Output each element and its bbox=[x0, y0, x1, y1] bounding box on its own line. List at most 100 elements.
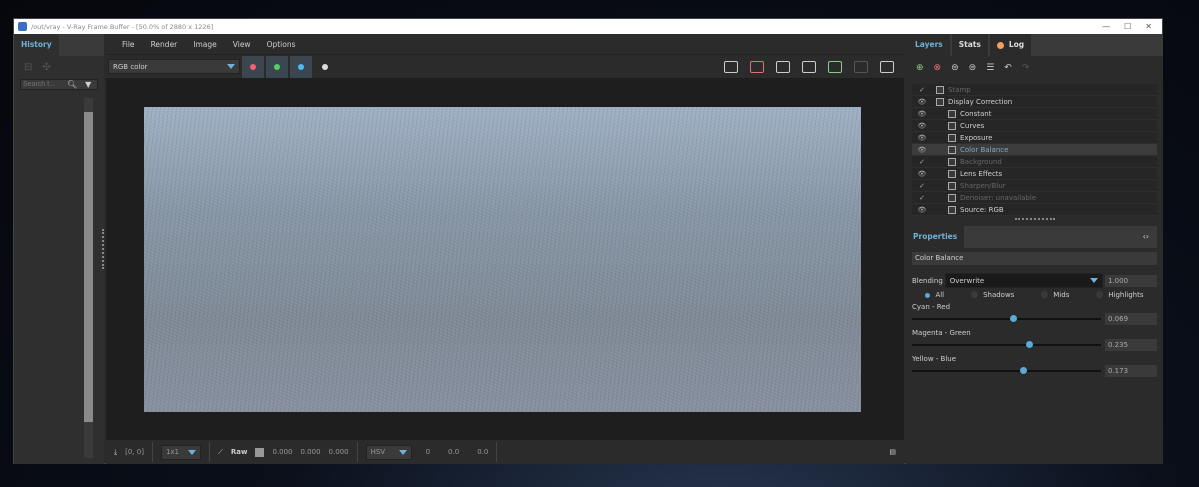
channel-value: RGB color bbox=[113, 62, 148, 71]
range-all-radio[interactable]: All bbox=[925, 291, 944, 299]
layer-name-field[interactable]: Color Balance bbox=[912, 252, 1157, 265]
rendered-image[interactable] bbox=[144, 107, 861, 412]
tab-log[interactable]: Log bbox=[989, 34, 1032, 56]
render-interactive-icon[interactable] bbox=[828, 60, 842, 73]
color-balance-slider[interactable] bbox=[912, 340, 1101, 348]
history-scrollbar[interactable] bbox=[84, 98, 93, 458]
save-image-icon[interactable] bbox=[724, 60, 738, 73]
slider-value-input[interactable]: 0.069 bbox=[1105, 312, 1157, 325]
layer-label: Display Correction bbox=[948, 97, 1013, 106]
zoom-select[interactable]: 1x1 bbox=[160, 444, 201, 460]
eye-icon[interactable]: 👁︎ bbox=[912, 170, 932, 178]
menu-file[interactable]: File bbox=[114, 40, 143, 49]
layer-row[interactable]: ✓ Sharpen/Blur bbox=[912, 180, 1157, 192]
eye-icon[interactable]: 👁︎ bbox=[912, 206, 932, 214]
title-bar: /out/vray - V-Ray Frame Buffer - [50.0% … bbox=[14, 19, 1162, 34]
layer-label: Curves bbox=[960, 121, 985, 130]
layers-panel: Layers Stats Log ⊕ ⊗ ⊜ ⊜ ☰ ↶ ↷ ✓ Stamp 👁︎ D… bbox=[906, 34, 1163, 464]
tab-properties[interactable]: Properties bbox=[906, 226, 965, 248]
range-mids-radio[interactable]: Mids bbox=[1041, 291, 1069, 299]
save-layers-icon[interactable]: ⊜ bbox=[951, 63, 959, 73]
layer-row[interactable]: 👁︎ Constant bbox=[912, 108, 1157, 120]
layer-type-icon bbox=[948, 157, 956, 166]
render-icon[interactable] bbox=[880, 60, 894, 73]
properties-menu-icon[interactable]: ‹› bbox=[1143, 226, 1149, 248]
layer-row[interactable]: 👁︎ Lens Effects bbox=[912, 168, 1157, 180]
close-button[interactable]: ✕ bbox=[1145, 22, 1152, 31]
slider-value-input[interactable]: 0.235 bbox=[1105, 338, 1157, 351]
color-balance-slider[interactable] bbox=[912, 314, 1101, 322]
history-panel: History ⊟ ✣ 🔍︎ ▼ bbox=[14, 34, 104, 464]
eye-icon[interactable]: 👁︎ bbox=[912, 122, 932, 130]
delete-layer-icon[interactable]: ⊗ bbox=[934, 63, 942, 73]
render-view: File Render Image View Options RGB color bbox=[102, 34, 904, 464]
layer-tree: ✓ Stamp 👁︎ Display Correction 👁︎ Constant 👁︎ Cu… bbox=[912, 84, 1157, 216]
save-history-icon[interactable]: ⊟ bbox=[24, 62, 32, 73]
blue-channel-button[interactable] bbox=[290, 55, 312, 78]
eye-icon[interactable]: 👁︎ bbox=[912, 146, 932, 154]
hidden-icon[interactable]: ✓ bbox=[912, 194, 932, 202]
tab-history[interactable]: History bbox=[14, 34, 59, 56]
hidden-icon[interactable]: ✓ bbox=[912, 158, 932, 166]
eye-icon[interactable]: 👁︎ bbox=[912, 134, 932, 142]
show-panel-icon[interactable]: ▤ bbox=[889, 448, 896, 456]
menu-options[interactable]: Options bbox=[259, 40, 304, 49]
tab-stats[interactable]: Stats bbox=[951, 34, 988, 56]
eye-icon[interactable]: 👁︎ bbox=[912, 98, 932, 106]
layer-type-icon bbox=[948, 109, 956, 118]
redo-icon[interactable]: ↷ bbox=[1022, 63, 1030, 73]
menu-view[interactable]: View bbox=[225, 40, 259, 49]
eye-icon[interactable]: 👁︎ bbox=[912, 110, 932, 118]
splitter-handle[interactable] bbox=[102, 229, 105, 269]
layer-row[interactable]: 👁︎ Exposure bbox=[912, 132, 1157, 144]
color-mode-select[interactable]: HSV bbox=[365, 444, 412, 460]
filter-dropdown-icon[interactable]: ▼ bbox=[85, 80, 91, 89]
range-shadows-radio[interactable]: Shadows bbox=[971, 291, 1014, 299]
range-highlights-radio[interactable]: Highlights bbox=[1096, 291, 1143, 299]
minimize-button[interactable]: — bbox=[1102, 22, 1110, 31]
layer-row[interactable]: ✓ Background bbox=[912, 156, 1157, 168]
slider-handle[interactable] bbox=[1010, 314, 1018, 322]
layer-row[interactable]: ✓ Denoiser: unavailable bbox=[912, 192, 1157, 204]
clear-image-icon[interactable] bbox=[750, 60, 764, 73]
slider-value-input[interactable]: 0.173 bbox=[1105, 364, 1157, 377]
slider-handle[interactable] bbox=[1019, 366, 1027, 374]
color-mode-value: HSV bbox=[370, 448, 386, 456]
layer-row[interactable]: 👁︎ Curves bbox=[912, 120, 1157, 132]
stop-render-icon[interactable] bbox=[854, 60, 868, 73]
load-layers-icon[interactable]: ⊜ bbox=[969, 63, 977, 73]
hidden-icon[interactable]: ✓ bbox=[912, 86, 932, 94]
history-search-input[interactable] bbox=[21, 81, 61, 88]
layer-label: Sharpen/Blur bbox=[960, 181, 1006, 190]
layer-type-icon bbox=[948, 121, 956, 130]
undo-icon[interactable]: ↶ bbox=[1004, 63, 1012, 73]
slider-handle[interactable] bbox=[1025, 340, 1033, 348]
layer-row[interactable]: 👁︎ Display Correction bbox=[912, 96, 1157, 108]
opacity-input[interactable]: 1.000 bbox=[1105, 274, 1157, 287]
slider-label: Magenta - Green bbox=[912, 329, 971, 337]
menu-image[interactable]: Image bbox=[185, 40, 225, 49]
raw-checkbox[interactable] bbox=[255, 447, 265, 457]
hidden-icon[interactable]: ✓ bbox=[912, 182, 932, 190]
maximize-button[interactable]: ☐ bbox=[1124, 22, 1131, 31]
tab-layers[interactable]: Layers bbox=[908, 34, 950, 56]
layer-type-icon bbox=[936, 97, 944, 106]
add-layer-icon[interactable]: ⊕ bbox=[916, 63, 924, 73]
pick-pixel-icon[interactable]: ⤓ bbox=[114, 448, 117, 457]
blending-select[interactable]: Overwrite bbox=[944, 273, 1103, 288]
layer-row[interactable]: 👁︎ Color Balance bbox=[912, 144, 1157, 156]
compare-icon[interactable]: ✣ bbox=[42, 62, 50, 73]
layer-row[interactable]: 👁︎ Source: RGB bbox=[912, 204, 1157, 216]
channel-select[interactable]: RGB color bbox=[108, 59, 240, 74]
layer-presets-icon[interactable]: ☰ bbox=[986, 63, 994, 73]
color-balance-slider[interactable] bbox=[912, 366, 1101, 374]
track-mouse-icon[interactable] bbox=[802, 60, 816, 73]
alpha-channel-button[interactable] bbox=[314, 56, 336, 78]
green-channel-button[interactable] bbox=[266, 55, 288, 78]
curve-icon[interactable]: ⟋ bbox=[218, 448, 223, 457]
red-channel-button[interactable] bbox=[242, 55, 264, 78]
menu-render[interactable]: Render bbox=[143, 40, 186, 49]
layer-row[interactable]: ✓ Stamp bbox=[912, 84, 1157, 96]
region-render-icon[interactable] bbox=[776, 60, 790, 73]
panel-splitter[interactable] bbox=[1014, 218, 1055, 220]
